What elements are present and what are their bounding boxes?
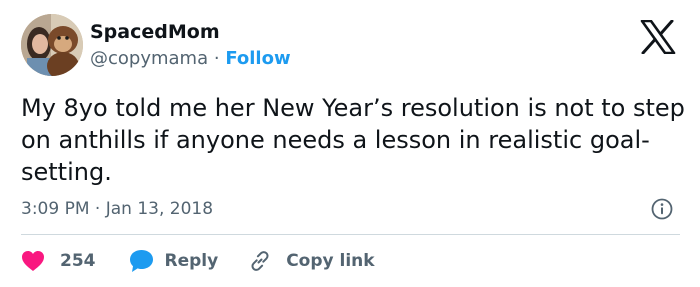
- reply-button[interactable]: Reply: [129, 249, 219, 273]
- like-button[interactable]: 254: [21, 250, 96, 272]
- x-logo-icon[interactable]: [640, 19, 676, 55]
- tweet-time: 3:09 PM: [21, 199, 90, 219]
- link-icon: [251, 251, 269, 271]
- like-count: 254: [60, 251, 96, 271]
- handle-separator: ·: [213, 48, 220, 69]
- tweet-date: Jan 13, 2018: [105, 199, 214, 219]
- copy-link-button[interactable]: Copy link: [248, 249, 375, 273]
- follow-button[interactable]: Follow: [225, 48, 290, 69]
- reply-label: Reply: [164, 251, 219, 271]
- info-icon[interactable]: [651, 198, 673, 220]
- heart-icon: [22, 251, 44, 271]
- tweet-text: My 8yo told me her New Year’s resolution…: [21, 94, 685, 186]
- copy-link-label: Copy link: [286, 251, 375, 271]
- tweet-timestamp[interactable]: 3:09 PM · Jan 13, 2018: [21, 197, 213, 221]
- author-meta: @copymama · Follow: [90, 47, 291, 71]
- timestamp-separator: ·: [94, 199, 101, 219]
- author-name[interactable]: SpacedMom: [90, 20, 220, 44]
- divider: [21, 234, 680, 235]
- author-handle[interactable]: @copymama: [90, 48, 208, 69]
- avatar[interactable]: [21, 14, 83, 76]
- action-bar: 254 Reply Copy link: [21, 248, 375, 274]
- reply-bubble-icon: [129, 250, 153, 272]
